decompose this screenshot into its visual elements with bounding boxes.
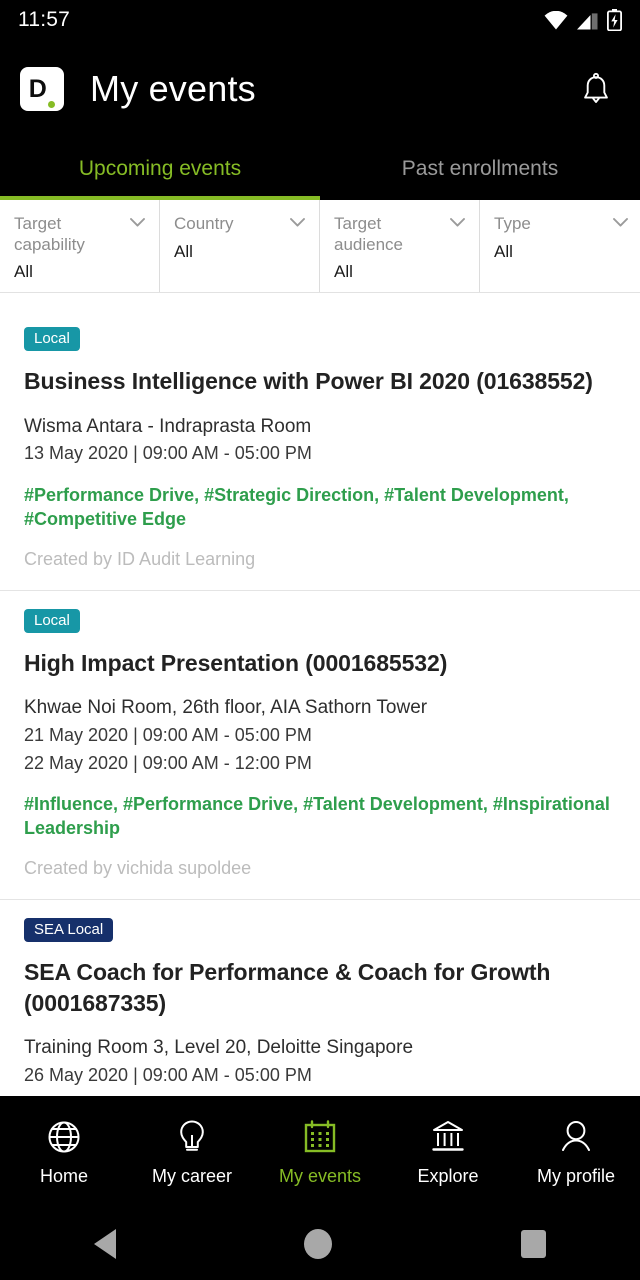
nav-item-explore-label: Explore bbox=[417, 1166, 479, 1186]
status-badge: Local bbox=[24, 608, 80, 633]
nav-item-home[interactable]: Home bbox=[0, 1117, 128, 1187]
event-venue: Training Room 3, Level 20, Deloitte Sing… bbox=[24, 1037, 414, 1059]
nav-item-home-label: Home bbox=[39, 1166, 88, 1186]
app-bar: D My events bbox=[0, 40, 640, 138]
notifications-button[interactable] bbox=[572, 65, 620, 113]
status-bar: 11:57 bbox=[0, 0, 640, 40]
wifi-icon bbox=[544, 10, 568, 29]
tab-past-enrollments-label: Past enrollments bbox=[401, 157, 559, 180]
logo-dot-icon bbox=[48, 101, 56, 108]
system-navigation-bar bbox=[0, 1208, 640, 1280]
status-badge: Local bbox=[24, 327, 80, 351]
chevron-down-icon[interactable] bbox=[613, 218, 628, 227]
status-badge: SEA Local bbox=[24, 917, 114, 942]
chevron-down-icon[interactable] bbox=[290, 218, 305, 227]
chevron-down-icon[interactable] bbox=[130, 218, 145, 227]
bottom-navigation: Home My career My events Explore My prof… bbox=[0, 1096, 640, 1208]
event-title: High Impact Presentation (0001685532) bbox=[24, 649, 448, 676]
event-card[interactable]: Local Business Intelligence with Power B… bbox=[0, 309, 640, 591]
cellular-signal-icon bbox=[577, 12, 598, 29]
filter-target-capability[interactable]: Target capability All bbox=[0, 200, 160, 292]
phone-screen: 11:57 D My events Upcoming events Past e… bbox=[0, 0, 640, 1280]
filter-target-capability-value: All bbox=[14, 262, 33, 282]
chevron-down-icon[interactable] bbox=[450, 218, 465, 227]
filter-target-audience[interactable]: Target audience All bbox=[320, 200, 480, 292]
nav-item-my-profile[interactable]: My profile bbox=[512, 1117, 640, 1187]
nav-item-my-career[interactable]: My career bbox=[128, 1117, 256, 1187]
event-card[interactable]: SEA Local SEA Coach for Performance & Co… bbox=[0, 900, 640, 1111]
event-card[interactable]: Local High Impact Presentation (00016855… bbox=[0, 591, 640, 900]
filter-type-value: All bbox=[494, 241, 513, 261]
tab-upcoming-events[interactable]: Upcoming events bbox=[0, 138, 320, 200]
filter-target-audience-value: All bbox=[334, 262, 353, 282]
event-date: 22 May 2020 | 09:00 AM - 12:00 PM bbox=[24, 752, 312, 773]
event-author: Created by ID Audit Learning bbox=[24, 548, 256, 569]
back-button[interactable] bbox=[94, 1229, 117, 1259]
tab-bar: Upcoming events Past enrollments bbox=[0, 138, 640, 200]
tab-past-enrollments[interactable]: Past enrollments bbox=[320, 138, 640, 200]
calendar-icon bbox=[304, 1120, 336, 1153]
filter-type[interactable]: Type All bbox=[480, 200, 640, 292]
event-title: Business Intelligence with Power BI 2020… bbox=[24, 368, 593, 394]
deloitte-logo: D bbox=[20, 67, 64, 111]
bank-icon bbox=[432, 1121, 464, 1151]
nav-item-my-events[interactable]: My events bbox=[256, 1117, 384, 1187]
filter-target-audience-label: Target audience bbox=[334, 214, 404, 254]
filter-target-capability-label: Target capability bbox=[14, 214, 85, 254]
event-date: 26 May 2020 | 09:00 AM - 05:00 PM bbox=[24, 1064, 312, 1085]
status-icon-group bbox=[544, 9, 622, 31]
nav-item-explore[interactable]: Explore bbox=[384, 1117, 512, 1187]
nav-item-my-career-label: My career bbox=[151, 1166, 232, 1186]
event-venue: Khwae Noi Room, 26th floor, AIA Sathorn … bbox=[24, 697, 428, 719]
globe-icon bbox=[48, 1121, 80, 1153]
tab-upcoming-events-label: Upcoming events bbox=[78, 157, 242, 180]
event-tags: #Influence, #Performance Drive, #Talent … bbox=[24, 794, 610, 839]
event-date: 13 May 2020 | 09:00 AM - 05:00 PM bbox=[24, 443, 312, 464]
event-author: Created by vichida supoldee bbox=[24, 857, 252, 878]
home-button[interactable] bbox=[304, 1229, 333, 1259]
filter-country-value: All bbox=[174, 241, 193, 261]
logo-letter: D bbox=[28, 74, 47, 103]
nav-item-my-events-label: My events bbox=[278, 1166, 362, 1186]
person-icon bbox=[562, 1120, 590, 1151]
status-time: 11:57 bbox=[18, 8, 70, 31]
event-list-viewport: Local Business Intelligence with Power B… bbox=[0, 309, 640, 1112]
event-date: 21 May 2020 | 09:00 AM - 05:00 PM bbox=[24, 724, 312, 745]
page-title: My events bbox=[90, 68, 256, 109]
event-tags: #Performance Drive, #Strategic Direction… bbox=[24, 485, 569, 529]
event-venue: Wisma Antara - Indraprasta Room bbox=[24, 415, 312, 437]
event-title: SEA Coach for Performance & Coach for Gr… bbox=[24, 958, 551, 1016]
recents-button[interactable] bbox=[520, 1230, 546, 1258]
nav-item-my-profile-label: My profile bbox=[536, 1166, 616, 1186]
filter-bar: Target capability All Country All Target… bbox=[0, 200, 640, 293]
lightbulb-icon bbox=[180, 1120, 204, 1151]
filter-country[interactable]: Country All bbox=[160, 200, 320, 292]
event-list[interactable]: Local Business Intelligence with Power B… bbox=[0, 309, 640, 1111]
filter-country-label: Country bbox=[174, 214, 234, 233]
battery-charging-icon bbox=[607, 9, 622, 31]
bell-icon bbox=[584, 72, 608, 103]
filter-type-label: Type bbox=[494, 214, 531, 233]
